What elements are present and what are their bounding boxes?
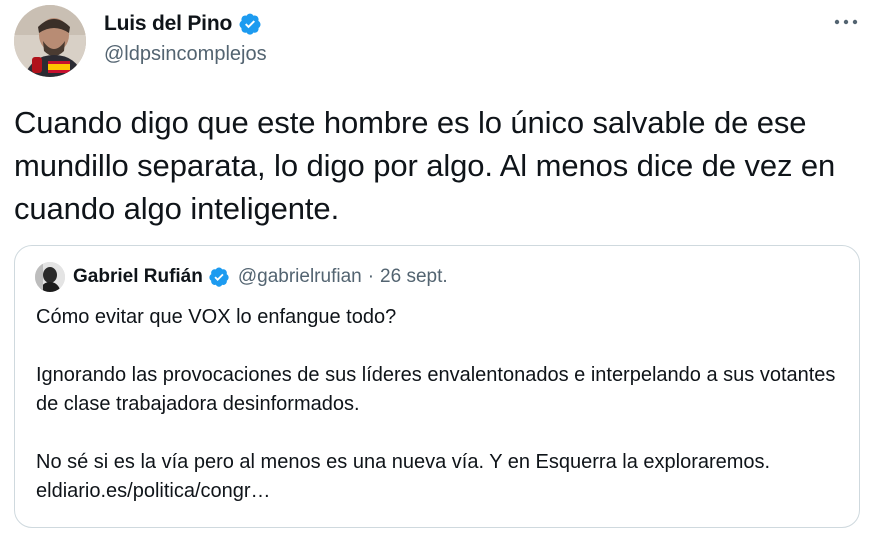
quoted-verified-badge-icon — [208, 266, 230, 288]
avatar-photo-icon — [14, 5, 86, 77]
author-handle[interactable]: @ldpsincomplejos — [104, 43, 267, 66]
quoted-tweet-header: Gabriel Rufián @gabrielrufian · 26 sept. — [35, 262, 448, 292]
quoted-avatar-photo-icon — [35, 262, 65, 292]
tweet-card: Luis del Pino @ldpsincomplejos Cuando di… — [0, 0, 876, 542]
verified-badge-icon — [238, 12, 262, 36]
quoted-link[interactable]: eldiario.es/politica/congr… — [36, 477, 846, 506]
quoted-timestamp[interactable]: 26 sept. — [380, 266, 448, 288]
ellipsis-icon — [834, 19, 858, 25]
quoted-separator: · — [367, 266, 375, 287]
author-avatar[interactable] — [14, 5, 86, 77]
author-block: Luis del Pino @ldpsincomplejos — [104, 10, 267, 66]
author-name-row: Luis del Pino — [104, 10, 267, 38]
more-options-button[interactable] — [832, 10, 860, 34]
quoted-tweet[interactable]: Gabriel Rufián @gabrielrufian · 26 sept.… — [14, 245, 860, 528]
quoted-author-handle: @gabrielrufian — [237, 266, 362, 287]
tweet-text: Cuando digo que este hombre es lo único … — [14, 105, 836, 226]
quoted-paragraph: Ignorando las provocaciones de sus líder… — [36, 364, 836, 415]
quoted-paragraph: No sé si es la vía pero al menos es una … — [36, 451, 771, 473]
author-display-name[interactable]: Luis del Pino — [104, 12, 232, 36]
quoted-tweet-text: Cómo evitar que VOX lo enfangue todo? Ig… — [36, 303, 846, 506]
quoted-author-display-name: Gabriel Rufián — [73, 266, 203, 287]
quoted-paragraph: Cómo evitar que VOX lo enfangue todo? — [36, 306, 397, 328]
quoted-author-avatar[interactable] — [35, 262, 65, 292]
